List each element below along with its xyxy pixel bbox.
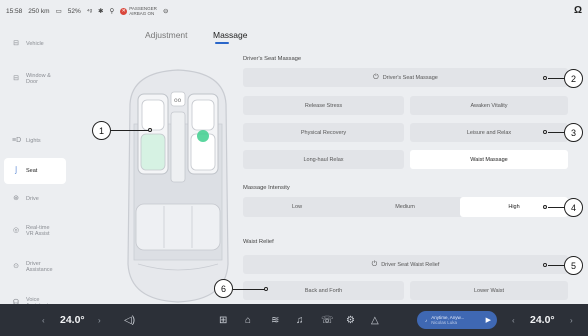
sidebar-item-driver-assistance[interactable]: ⊙ Driver Assistance	[4, 254, 66, 280]
sidebar-item-seat[interactable]: ⌡ Seat	[4, 158, 66, 184]
callout-5-leader	[548, 265, 564, 267]
seatbelt-icon: ⚲	[109, 8, 115, 15]
airbag-icon: ✕	[120, 7, 128, 15]
callout-1-leader	[111, 130, 149, 132]
callout-3-dot	[543, 130, 547, 134]
sidebar-item-lights[interactable]: ≡D Lights	[4, 128, 66, 154]
media-widget[interactable]: ♪ Anytime, Anyw... Nicolas Luka ▶	[417, 311, 497, 329]
tab-active-indicator	[215, 42, 229, 44]
location-icon: ⊖	[162, 8, 169, 15]
section-title-intensity: Massage Intensity	[243, 185, 290, 191]
callout-3-leader	[548, 132, 564, 134]
play-icon[interactable]: ▶	[486, 316, 491, 324]
signal-icon: ⁴ᵍ	[86, 7, 93, 15]
intensity-medium-option[interactable]: Medium	[351, 197, 459, 217]
battery-percent: 52%	[67, 7, 81, 15]
mode-long-haul-relax-button[interactable]: Long-haul Relax	[243, 150, 404, 169]
sidebar-item-vr-assist[interactable]: ◎ Real-time VR Assist	[4, 218, 66, 244]
driver-assist-icon: ⊙	[13, 262, 19, 270]
status-bar: 15:58 250 km ▭ 52% ⁴ᵍ ✱ ⚲ ✕ PASSENGER AIR…	[0, 0, 588, 22]
tab-massage[interactable]: Massage	[213, 30, 248, 40]
window-icon: ⊟	[13, 74, 19, 82]
callout-4-dot	[543, 205, 547, 209]
callout-3: 3	[564, 123, 583, 142]
callout-6-leader	[233, 289, 265, 291]
waist-lower-waist-button[interactable]: Lower Waist	[410, 281, 568, 300]
temp-left-increase-icon[interactable]: ›	[98, 304, 101, 336]
callout-6: 6	[214, 279, 233, 298]
profile-icon[interactable]: Ω	[574, 5, 582, 16]
bottom-dock: ‹ 24.0° › ◁) ⊞ ⌂ ≋ ♫ ☏ ⚙ △ ♪ Anytime, An…	[0, 304, 588, 336]
temp-right-decrease-icon[interactable]: ‹	[512, 304, 515, 336]
callout-5: 5	[564, 256, 583, 275]
power-icon: ⏻	[373, 73, 379, 81]
mode-awaken-vitality-button[interactable]: Awaken Vitality	[410, 96, 568, 115]
media-artist: Nicolas Luka	[431, 320, 458, 325]
callout-4-leader	[548, 207, 564, 209]
car-icon: ⊟	[13, 39, 19, 47]
callout-2: 2	[564, 69, 583, 88]
drivers-seat-massage-power-button[interactable]: ⏻ Driver's Seat Massage	[243, 68, 568, 87]
temp-left-decrease-icon[interactable]: ‹	[42, 304, 45, 336]
mode-release-stress-button[interactable]: Release Stress	[243, 96, 404, 115]
vr-icon: ◎	[12, 226, 20, 234]
power-icon: ⏻	[371, 260, 378, 268]
battery-icon: ▭	[55, 8, 62, 15]
callout-6-dot	[264, 287, 268, 291]
callout-2-dot	[543, 76, 547, 80]
car-seat-diagram: oo	[122, 64, 234, 304]
callout-1: 1	[92, 121, 111, 140]
mode-physical-recovery-button[interactable]: Physical Recovery	[243, 123, 404, 142]
intensity-segmented-control: Low Medium High	[243, 197, 568, 217]
passenger-airbag-indicator: ✕ PASSENGER AIRBAG ON	[120, 6, 157, 16]
sidebar-item-window-door[interactable]: ⊟ Window & Door	[4, 66, 66, 92]
car-control-icon[interactable]: ⌂	[245, 304, 251, 336]
music-note-icon: ♪	[425, 317, 428, 323]
phone-icon[interactable]: ☏	[321, 304, 334, 336]
clock: 15:58	[6, 7, 23, 15]
range-text: 250 km	[28, 7, 50, 15]
waist-relief-power-button[interactable]: ⏻ Driver Seat Waist Relief	[243, 255, 568, 274]
tab-adjustment[interactable]: Adjustment	[145, 30, 188, 40]
sidebar-item-vehicle[interactable]: ⊟ Vehicle	[4, 31, 66, 57]
temp-left-value: 24.0°	[60, 314, 85, 326]
intensity-low-option[interactable]: Low	[243, 197, 351, 217]
temp-right-increase-icon[interactable]: ›	[570, 304, 573, 336]
volume-icon[interactable]: ◁)	[124, 304, 135, 336]
music-icon[interactable]: ♫	[296, 304, 304, 336]
apps-grid-icon[interactable]: ⊞	[219, 304, 227, 336]
callout-2-leader	[548, 78, 564, 80]
callout-4: 4	[564, 198, 583, 217]
sidebar-item-drive[interactable]: ⊛ Drive	[4, 186, 66, 212]
bluetooth-icon: ✱	[98, 8, 104, 15]
climate-icon[interactable]: ≋	[271, 304, 279, 336]
section-title-waist: Waist Relief	[243, 239, 274, 245]
section-title-massage: Driver's Seat Massage	[243, 56, 302, 62]
steering-icon: ⊛	[13, 194, 19, 202]
sidebar: ⊟ Vehicle ⊟ Window & Door ≡D Lights ⌡ Seat ⊛…	[0, 30, 66, 323]
defrost-icon[interactable]: ⚙	[346, 304, 355, 336]
navigation-icon[interactable]: △	[371, 304, 379, 336]
lights-icon: ≡D	[12, 136, 22, 144]
seat-icon: ⌡	[13, 166, 19, 174]
svg-text:oo: oo	[174, 97, 182, 104]
mode-waist-massage-button[interactable]: Waist Massage	[410, 150, 568, 169]
callout-1-dot	[148, 128, 152, 132]
callout-5-dot	[543, 263, 547, 267]
temp-right-value: 24.0°	[530, 314, 555, 326]
